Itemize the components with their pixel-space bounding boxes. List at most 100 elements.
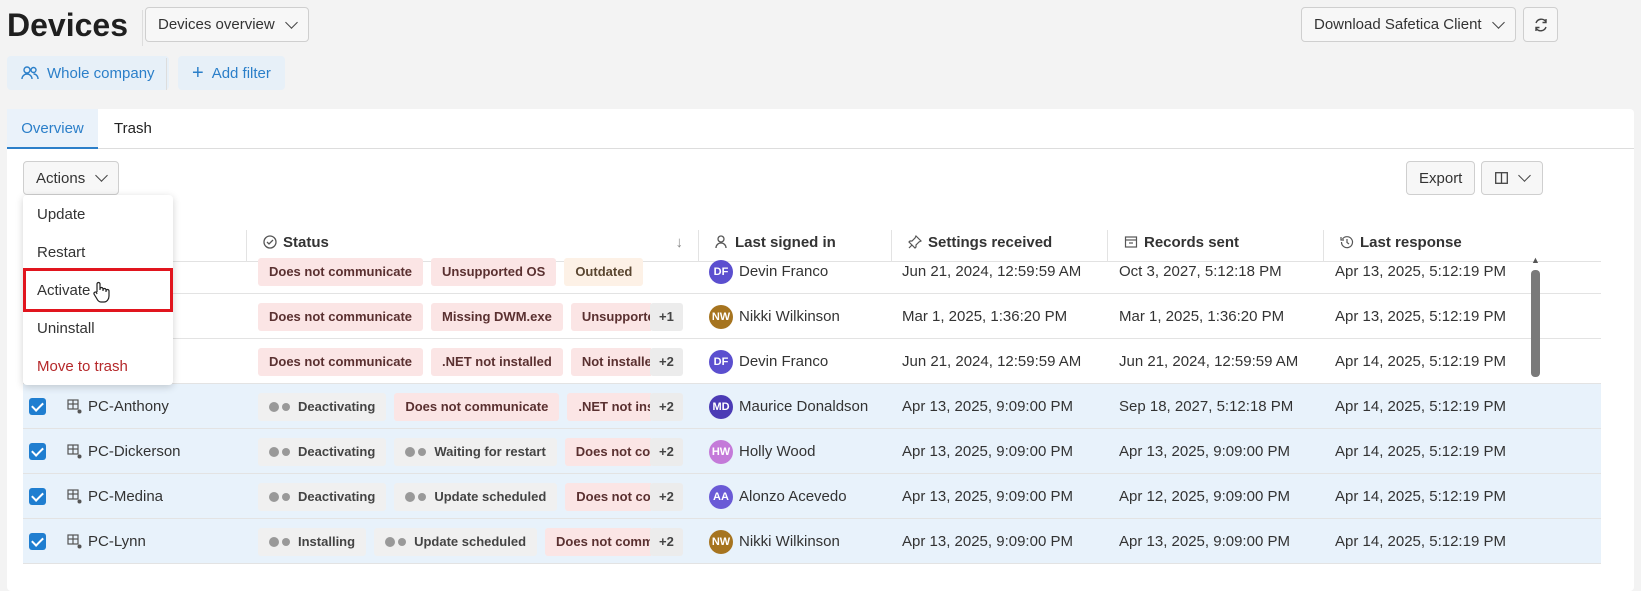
user-name: Maurice Donaldson bbox=[739, 398, 869, 415]
row-checkbox[interactable] bbox=[29, 474, 46, 519]
menu-item-move-to-trash[interactable]: Move to trash bbox=[23, 347, 173, 385]
menu-item-update[interactable]: Update bbox=[23, 195, 173, 233]
export-label: Export bbox=[1419, 169, 1463, 187]
table-row[interactable]: Does not communicate Unsupported OS Outdat… bbox=[23, 249, 1601, 294]
status-badge: Outdated bbox=[564, 257, 644, 286]
checkbox-checked-icon bbox=[29, 533, 46, 550]
menu-item-uninstall[interactable]: Uninstall bbox=[23, 309, 173, 347]
more-status-badge[interactable]: +2 bbox=[650, 429, 691, 474]
table-row[interactable]: PC-Anthony Deactivating Does not communica… bbox=[23, 384, 1601, 429]
more-status-badge[interactable]: +1 bbox=[650, 294, 691, 339]
table-row[interactable]: Does not communicate .NET not installed No… bbox=[23, 339, 1601, 384]
device-cell[interactable]: PC-Lynn bbox=[67, 519, 146, 564]
status-badge: Does not co bbox=[565, 482, 651, 511]
user-cell[interactable]: MD Maurice Donaldson bbox=[709, 384, 868, 429]
table-row[interactable]: PC-Medina Deactivating Update scheduled Doe… bbox=[23, 474, 1601, 519]
actions-label: Actions bbox=[36, 169, 86, 187]
table-row[interactable]: Does not communicate Missing DWM.exe Unsup… bbox=[23, 294, 1601, 339]
history-icon bbox=[1340, 236, 1354, 249]
records-sent-cell: Mar 1, 2025, 1:36:20 PM bbox=[1119, 308, 1285, 325]
scroll-up-arrow[interactable]: ▲ bbox=[1531, 256, 1540, 265]
divider bbox=[166, 58, 167, 90]
add-filter-button[interactable]: + Add filter bbox=[178, 56, 285, 90]
user-name: Nikki Wilkinson bbox=[739, 308, 840, 325]
export-button[interactable]: Export bbox=[1406, 161, 1476, 195]
columns-button[interactable] bbox=[1481, 161, 1543, 195]
tab-overview[interactable]: Overview bbox=[7, 109, 98, 149]
settings-received-cell: Apr 13, 2025, 9:09:00 PM bbox=[902, 398, 1073, 415]
table-row[interactable]: PC-Lynn Installing Update scheduled Does no… bbox=[23, 519, 1601, 564]
status-dots-icon bbox=[269, 491, 290, 502]
table-row[interactable]: PC-Dickerson Deactivating Waiting for rest… bbox=[23, 429, 1601, 474]
avatar: NW bbox=[709, 529, 733, 554]
user-name: Devin Franco bbox=[739, 263, 829, 280]
status-chips: Does not communicate Missing DWM.exe Unsup… bbox=[258, 294, 651, 339]
status-chips: Installing Update scheduled Does not comm bbox=[258, 519, 651, 564]
status-badge: Waiting for restart bbox=[394, 437, 557, 466]
more-status-badge[interactable]: +2 bbox=[650, 339, 691, 384]
sort-down-icon[interactable]: ↓ bbox=[676, 234, 684, 251]
more-status-badge[interactable]: +2 bbox=[650, 384, 691, 429]
user-cell[interactable]: DF Devin Franco bbox=[709, 249, 828, 294]
settings-received-cell: Jun 21, 2024, 12:59:59 AM bbox=[902, 353, 1082, 370]
settings-received-cell: Mar 1, 2025, 1:36:20 PM bbox=[902, 308, 1068, 325]
more-status-badge[interactable]: +2 bbox=[650, 519, 691, 564]
device-cell[interactable]: PC-Medina bbox=[67, 474, 163, 519]
user-cell[interactable]: AA Alonzo Acevedo bbox=[709, 474, 847, 519]
user-name: Alonzo Acevedo bbox=[739, 488, 847, 505]
user-cell[interactable]: NW Nikki Wilkinson bbox=[709, 519, 840, 564]
actions-button[interactable]: Actions bbox=[23, 161, 120, 195]
row-checkbox[interactable] bbox=[29, 384, 46, 429]
computer-icon bbox=[67, 444, 82, 459]
avatar: DF bbox=[709, 349, 733, 374]
device-cell[interactable]: PC-Dickerson bbox=[67, 429, 181, 474]
download-client-button[interactable]: Download Safetica Client bbox=[1301, 7, 1516, 42]
user-name: Devin Franco bbox=[739, 353, 829, 370]
add-filter-label: Add filter bbox=[211, 64, 271, 82]
column-last-signed-in-label: Last signed in bbox=[735, 233, 836, 251]
status-badge: Does not communicate bbox=[394, 392, 560, 421]
menu-item-activate[interactable]: Activate bbox=[23, 268, 173, 312]
status-badge: Deactivating bbox=[258, 392, 387, 421]
tab-bar: Overview Trash bbox=[7, 109, 1634, 149]
status-badge: Not installed bbox=[570, 347, 651, 376]
archive-icon bbox=[1124, 236, 1138, 248]
scope-filter-label: Whole company bbox=[47, 64, 155, 82]
status-chips: Deactivating Does not communicate .NET not… bbox=[258, 384, 651, 429]
users-icon bbox=[21, 66, 39, 80]
row-checkbox[interactable] bbox=[29, 519, 46, 564]
checkbox-checked-icon bbox=[29, 488, 46, 505]
menu-item-activate-label: Activate bbox=[37, 281, 91, 299]
avatar: NW bbox=[709, 304, 733, 329]
status-badge: Does not co bbox=[564, 437, 651, 466]
status-badge: Deactivating bbox=[258, 437, 387, 466]
row-checkbox[interactable] bbox=[29, 429, 46, 474]
status-badge: Unsupported OS bbox=[431, 257, 557, 286]
refresh-button[interactable] bbox=[1523, 7, 1558, 42]
status-badge: Does not comm bbox=[545, 527, 651, 556]
scope-filter-button[interactable]: Whole company bbox=[7, 56, 169, 90]
user-cell[interactable]: HW Holly Wood bbox=[709, 429, 815, 474]
device-name: PC-Dickerson bbox=[88, 443, 181, 460]
last-response-cell: Apr 13, 2025, 5:12:19 PM bbox=[1335, 308, 1506, 325]
view-select[interactable]: Devices overview bbox=[145, 7, 309, 42]
status-badge: .NET not inst bbox=[567, 392, 651, 421]
last-response-cell: Apr 14, 2025, 5:12:19 PM bbox=[1335, 353, 1506, 370]
tab-trash[interactable]: Trash bbox=[102, 109, 164, 149]
device-cell[interactable]: PC-Anthony bbox=[67, 384, 169, 429]
status-badge: Does not communicate bbox=[258, 347, 424, 376]
plus-icon: + bbox=[192, 62, 204, 84]
scrollbar-thumb[interactable] bbox=[1531, 270, 1540, 377]
actions-menu: Update Restart Activate Uninstall Move t… bbox=[23, 195, 173, 385]
checkbox-checked-icon bbox=[29, 443, 46, 460]
user-cell[interactable]: DF Devin Franco bbox=[709, 339, 828, 384]
menu-item-restart[interactable]: Restart bbox=[23, 233, 173, 271]
user-cell[interactable]: NW Nikki Wilkinson bbox=[709, 294, 840, 339]
last-response-cell: Apr 14, 2025, 5:12:19 PM bbox=[1335, 533, 1506, 550]
settings-received-cell: Apr 13, 2025, 9:09:00 PM bbox=[902, 443, 1073, 460]
device-name: PC-Medina bbox=[88, 488, 164, 505]
avatar: AA bbox=[709, 484, 733, 509]
last-response-cell: Apr 14, 2025, 5:12:19 PM bbox=[1335, 398, 1506, 415]
download-client-label: Download Safetica Client bbox=[1314, 16, 1482, 33]
more-status-badge[interactable]: +2 bbox=[650, 474, 691, 519]
